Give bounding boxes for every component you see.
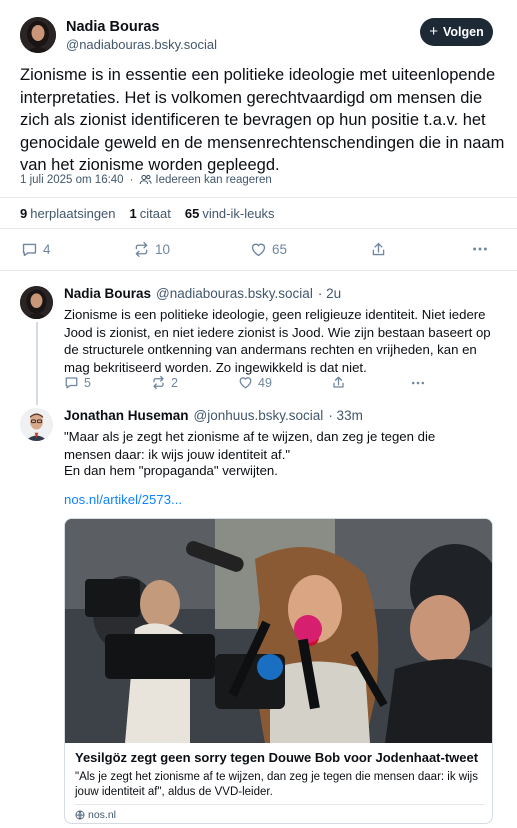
repost-button[interactable]: 10: [133, 241, 170, 258]
heart-icon: [239, 377, 252, 389]
meta-separator: ·: [129, 173, 134, 186]
reply-setting: Iedereen kan reageren: [139, 173, 272, 186]
reposts-label: herplaatsingen: [30, 205, 116, 221]
reply2-text-line2: En dan hem "propaganda" verwijten.: [64, 463, 278, 478]
reply1-share-button[interactable]: [331, 375, 346, 390]
reply-count: 4: [43, 242, 51, 257]
repost-icon: [135, 242, 148, 257]
reply1-repost-count: 2: [171, 375, 178, 390]
reply1-reply-count: 5: [84, 375, 91, 390]
likes-count: 65: [184, 205, 200, 221]
reply-icon: [65, 377, 78, 389]
reply2-text-line1: "Maar als je zegt het zionisme af te wij…: [64, 429, 436, 462]
reply1-author-name[interactable]: Nadia Bouras: [64, 286, 151, 301]
reply-icon: [22, 243, 37, 257]
like-button[interactable]: 65: [250, 241, 287, 258]
card-source: nos.nl: [75, 809, 116, 821]
card-description: "Als je zegt het zionisme af te wijzen, …: [75, 771, 478, 798]
post-timestamp[interactable]: 1 juli 2025 om 16:40: [20, 174, 124, 186]
reply2-age: · 33m: [328, 408, 363, 423]
reply2-header: Jonathan Huseman @jonhuus.bsky.social · …: [64, 408, 363, 423]
quotes-count: 1: [129, 205, 137, 221]
more-options-button[interactable]: [471, 240, 489, 258]
post-stats: 9 herplaatsingen 1 citaat 65 vind-ik-leuks: [0, 197, 517, 229]
more-icon: [411, 381, 425, 385]
card-title: Yesilgöz zegt geen sorry tegen Douwe Bob…: [75, 750, 479, 765]
reposts-stat[interactable]: 9 herplaatsingen: [20, 206, 116, 221]
likes-label: vind-ik-leuks: [202, 205, 275, 221]
reply1-repost-button[interactable]: 2: [151, 375, 178, 390]
main-post: Nadia Bouras @nadiabouras.bsky.social + …: [0, 0, 517, 271]
reposts-count: 9: [20, 205, 28, 221]
article-image: [65, 519, 492, 743]
globe-icon: [75, 810, 85, 820]
more-icon: [473, 247, 487, 251]
people-icon: [140, 174, 152, 185]
reply1-author-handle[interactable]: @nadiabouras.bsky.social: [156, 286, 313, 301]
share-icon: [333, 376, 344, 388]
author-name[interactable]: Nadia Bouras: [66, 19, 159, 35]
post-text: Zionisme is in essentie een politieke id…: [20, 66, 505, 174]
heart-icon: [251, 243, 266, 257]
reply-setting-label: Iedereen kan reageren: [155, 173, 272, 186]
author-handle[interactable]: @nadiabouras.bsky.social: [66, 37, 217, 52]
reply2-author-name[interactable]: Jonathan Huseman: [64, 408, 189, 423]
follow-button[interactable]: + Volgen: [420, 18, 493, 46]
author-avatar[interactable]: [20, 17, 56, 53]
article-link[interactable]: nos.nl/artikel/2573...: [64, 492, 182, 507]
share-icon: [372, 242, 385, 256]
share-button[interactable]: [370, 241, 387, 258]
reply1-text: Zionisme is een politieke ideologie, gee…: [64, 307, 491, 375]
repost-icon: [153, 375, 164, 390]
thread-line: [36, 322, 38, 405]
post-meta: 1 juli 2025 om 16:40 · Iedereen kan reag…: [20, 173, 272, 186]
card-divider: [75, 804, 484, 805]
reply1-like-count: 49: [258, 375, 272, 390]
reply1-age: · 2u: [317, 286, 342, 301]
plus-icon: +: [429, 23, 438, 40]
reply1-avatar[interactable]: [20, 286, 53, 319]
like-count: 65: [272, 242, 288, 257]
reply1-reply-button[interactable]: 5: [64, 375, 91, 390]
reply2-avatar[interactable]: [20, 408, 53, 441]
quotes-stat[interactable]: 1 citaat: [130, 206, 171, 221]
reply1-header: Nadia Bouras @nadiabouras.bsky.social · …: [64, 286, 341, 301]
reply1-more-button[interactable]: [410, 375, 426, 391]
link-preview-card[interactable]: Yesilgöz zegt geen sorry tegen Douwe Bob…: [64, 518, 493, 824]
repost-count: 10: [155, 242, 171, 257]
likes-stat[interactable]: 65 vind-ik-leuks: [185, 206, 275, 221]
follow-label: Volgen: [443, 25, 484, 39]
reply1-like-button[interactable]: 49: [238, 375, 272, 390]
quotes-label: citaat: [139, 205, 171, 221]
reply-button[interactable]: 4: [21, 241, 51, 258]
reply2-author-handle[interactable]: @jonhuus.bsky.social: [194, 408, 324, 423]
card-source-label: nos.nl: [88, 809, 117, 821]
